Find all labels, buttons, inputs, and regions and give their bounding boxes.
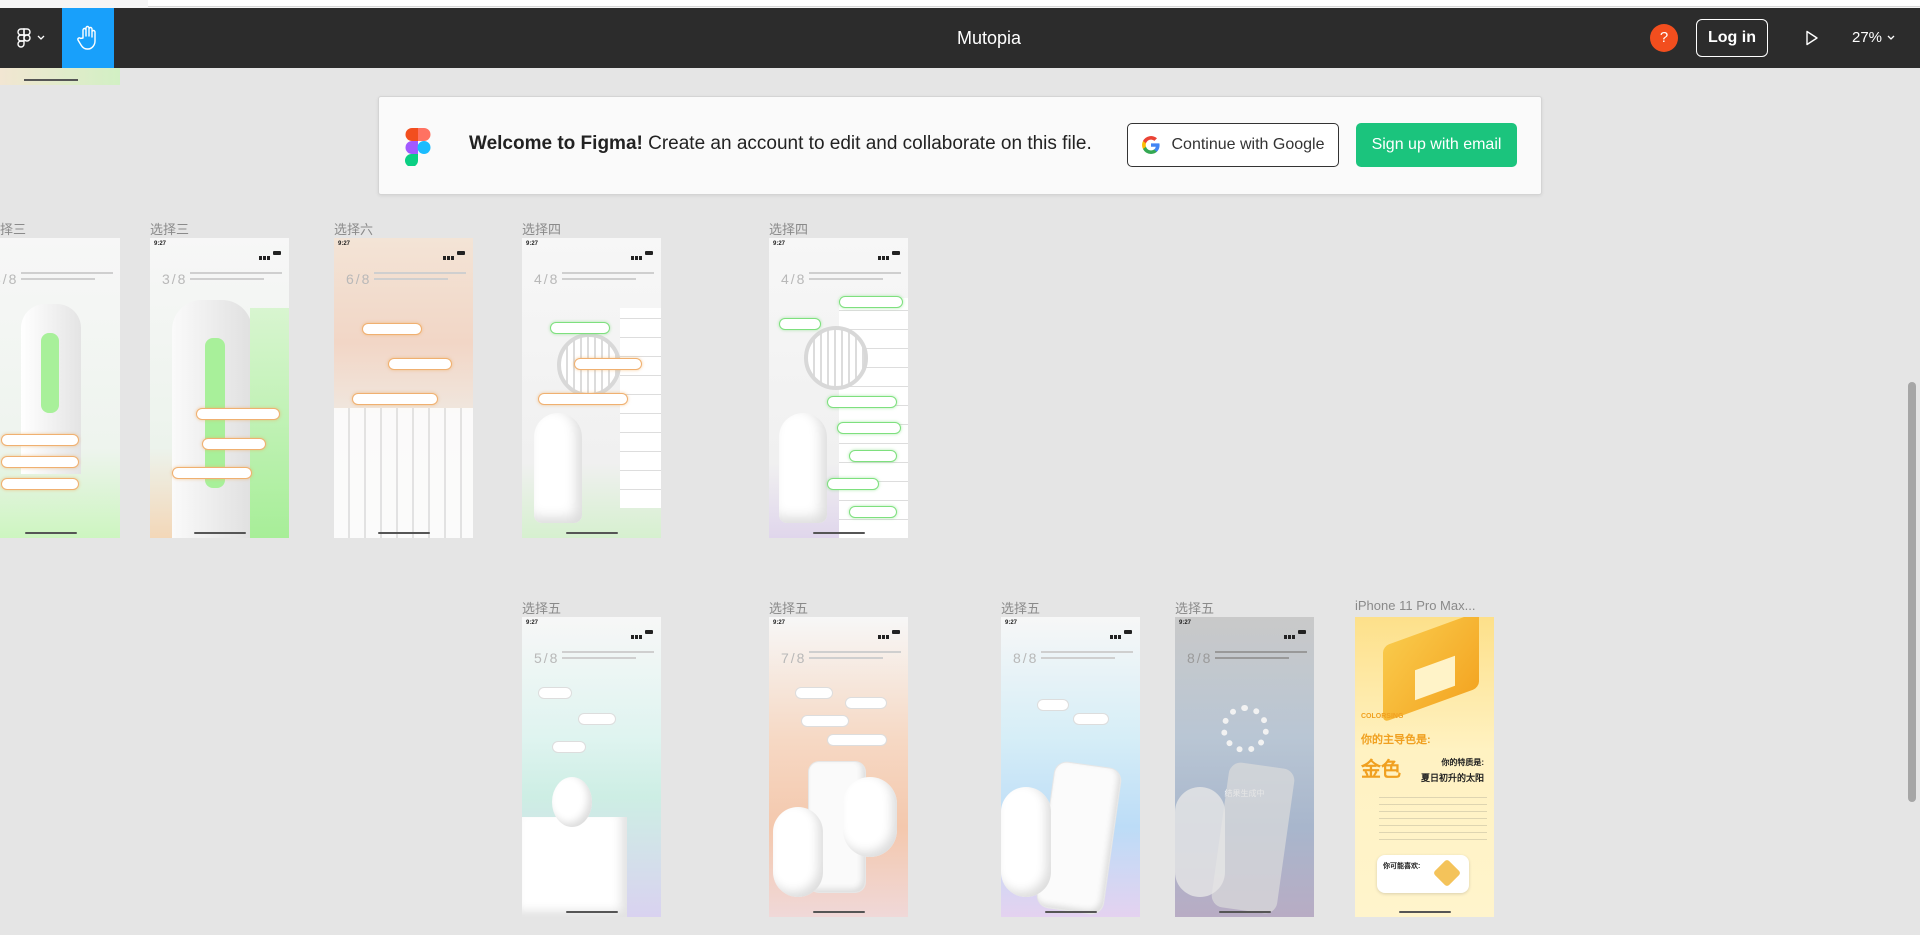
frame-label: 选择五: [1001, 601, 1041, 616]
sign-up-email-button[interactable]: Sign up with email: [1356, 123, 1517, 167]
result-frame[interactable]: COLORSING 你的主导色是: 金色 你的特质是: 夏日初升的太阳 你可能喜…: [1355, 617, 1494, 917]
welcome-message: Welcome to Figma! Create an account to e…: [469, 133, 1092, 155]
browser-top-strip: [0, 0, 1920, 8]
trait-label: 你的特质是:: [1441, 758, 1484, 767]
frame-label: 选择四: [522, 222, 562, 237]
welcome-banner: Welcome to Figma! Create an account to e…: [378, 96, 1542, 195]
figure-shape: [779, 413, 827, 523]
main-menu-button[interactable]: [0, 8, 62, 68]
login-button[interactable]: Log in: [1696, 19, 1768, 57]
zoom-dropdown[interactable]: 27%: [1852, 8, 1895, 68]
phone-frame[interactable]: 9:27 3/8: [150, 238, 289, 538]
vertical-scrollbar[interactable]: [1908, 382, 1916, 802]
phone-frame[interactable]: 9:27 7/8: [769, 617, 908, 917]
like-card: 你可能喜欢:: [1377, 855, 1469, 893]
figma-color-logo-icon: [405, 128, 431, 166]
main-color-value: 金色: [1361, 759, 1401, 781]
frame-label: 择三: [0, 222, 27, 237]
main-color-label: 你的主导色是:: [1361, 734, 1431, 746]
frame-label: iPhone 11 Pro Max...: [1355, 598, 1476, 613]
play-icon: [1806, 30, 1818, 46]
file-title: Mutopia: [956, 28, 1022, 48]
phone-frame[interactable]: 9:27 8/8 结果生成中: [1175, 617, 1314, 917]
speaker-shape: [804, 326, 868, 390]
phone-frame[interactable]: 9:27 8/8: [1001, 617, 1140, 917]
desk-shape: [522, 817, 627, 917]
figma-toolbar: Mutopia ? Log in 27%: [0, 8, 1920, 68]
welcome-rest: Create an account to edit and collaborat…: [642, 133, 1092, 154]
frame-label: 选择五: [769, 601, 809, 616]
phone-frame[interactable]: 9:27 4/8: [522, 238, 661, 538]
loading-spinner-icon: [1221, 705, 1269, 753]
frame-label: 选择六: [334, 222, 374, 237]
hand-tool-button[interactable]: [62, 8, 114, 68]
badge-icon: [1432, 858, 1462, 888]
hand-icon: [77, 25, 96, 50]
frame-label: 选择五: [522, 601, 562, 616]
continue-with-google-button[interactable]: Continue with Google: [1127, 123, 1339, 167]
phone-frame[interactable]: 9:27 3/8: [0, 238, 120, 538]
partial-frame-top[interactable]: [0, 68, 120, 85]
chevron-down-icon: [37, 35, 45, 40]
cubes-shape: [334, 408, 473, 538]
phone-frame[interactable]: 9:27 5/8: [522, 617, 661, 917]
phone-frame[interactable]: 9:27 4/8: [769, 238, 908, 538]
frame-label: 选择三: [150, 222, 190, 237]
welcome-bold: Welcome to Figma!: [469, 133, 643, 154]
frame-label: 选择五: [1175, 601, 1215, 616]
google-icon: [1141, 136, 1160, 154]
present-button[interactable]: [1800, 26, 1824, 50]
google-label: Continue with Google: [1171, 136, 1325, 153]
trait-value: 夏日初升的太阳: [1420, 773, 1484, 783]
frame-label: 选择四: [769, 222, 809, 237]
phone-frame[interactable]: 9:27 6/8: [334, 238, 473, 538]
chevron-down-icon: [1887, 35, 1895, 40]
figure-shape: [534, 413, 582, 523]
figma-logo-icon: [17, 28, 31, 48]
brand-label: COLORSING: [1361, 713, 1404, 720]
zoom-value: 27%: [1852, 29, 1883, 46]
help-button[interactable]: ?: [1650, 24, 1678, 52]
like-label: 你可能喜欢:: [1383, 863, 1421, 870]
